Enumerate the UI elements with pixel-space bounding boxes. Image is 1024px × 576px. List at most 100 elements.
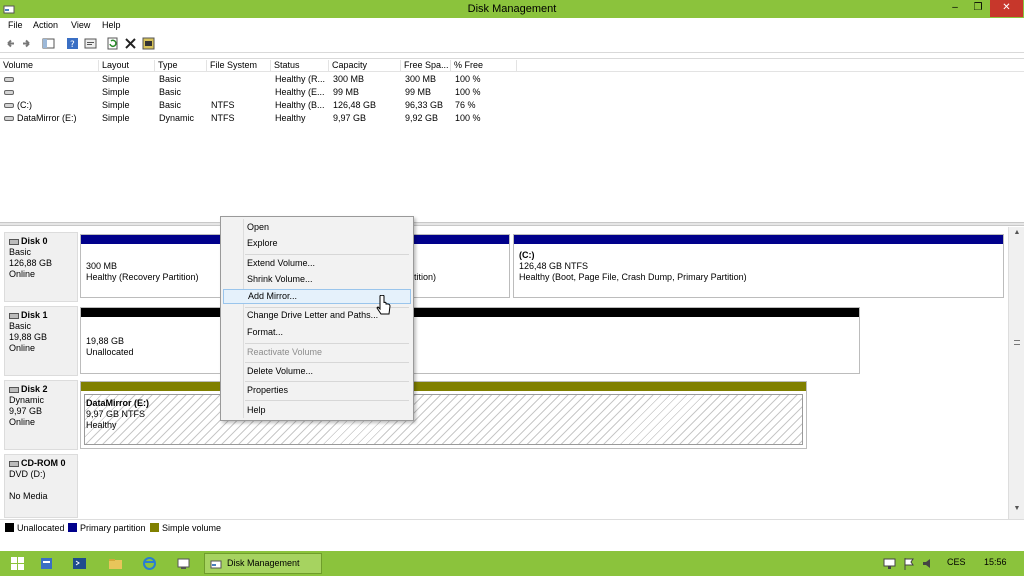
volume-layout: Simple [102, 74, 130, 84]
disk-1-unallocated[interactable]: 19,88 GB Unallocated [80, 307, 860, 374]
close-button[interactable]: ✕ [990, 0, 1023, 17]
refresh-icon[interactable] [106, 37, 119, 50]
disk-name: Disk 1 [21, 310, 48, 320]
disk-0-c-partition[interactable]: (C:) 126,48 GB NTFS Healthy (Boot, Page Fi… [513, 234, 1004, 298]
primary-partition-bar [514, 235, 1003, 244]
selected-volume-hatch [84, 394, 803, 445]
volume-row[interactable]: Simple Basic Healthy (R... 300 MB 300 MB… [0, 73, 1024, 86]
forward-arrow-icon[interactable] [20, 37, 33, 50]
disk-2-label[interactable]: Disk 2 Dynamic 9,97 GB Online [4, 380, 78, 450]
file-explorer-icon[interactable] [108, 556, 123, 571]
help-icon[interactable]: ? [66, 37, 79, 50]
minimize-button[interactable]: – [944, 0, 966, 17]
powershell-icon[interactable] [72, 556, 87, 571]
disk-map-scrollbar[interactable]: ▲ ▼ [1008, 227, 1024, 519]
disk-icon [9, 386, 19, 393]
task-label: Disk Management [227, 558, 300, 568]
column-status[interactable]: Status [271, 60, 329, 72]
partition-status: Healthy (Recovery Partition) [86, 272, 199, 282]
column-type[interactable]: Type [155, 60, 207, 72]
back-arrow-icon[interactable] [4, 37, 17, 50]
volume-row[interactable]: DataMirror (E:) Simple Dynamic NTFS Heal… [0, 112, 1024, 125]
disk-2-datamirror-volume[interactable]: DataMirror (E:) 9,97 GB NTFS Healthy [80, 381, 807, 449]
volume-status: Healthy (E... [275, 87, 325, 97]
menu-view[interactable]: View [71, 20, 90, 30]
menu-item-properties[interactable]: Properties [223, 383, 411, 398]
volume-row[interactable]: (C:) Simple Basic NTFS Healthy (B... 126… [0, 99, 1024, 112]
volume-list-header: Volume Layout Type File System Status Ca… [0, 59, 1024, 72]
volume-capacity: 99 MB [333, 87, 360, 97]
column-layout[interactable]: Layout [99, 60, 155, 72]
computer-management-icon[interactable] [176, 556, 191, 571]
volume-name [4, 87, 17, 97]
menu-item-delete-volume[interactable]: Delete Volume... [223, 364, 411, 379]
disk-kind: Dynamic [9, 395, 45, 405]
volume-row[interactable]: Simple Basic Healthy (E... 99 MB 99 MB 1… [0, 86, 1024, 99]
network-icon[interactable] [883, 556, 896, 571]
volume-name: (C:) [4, 100, 32, 110]
drive-icon [4, 116, 14, 122]
menu-item-shrink-volume[interactable]: Shrink Volume... [223, 272, 411, 287]
column-percent-free[interactable]: % Free [451, 60, 517, 72]
partition-size: 9,97 GB NTFS [86, 409, 146, 419]
delete-icon[interactable] [124, 37, 137, 50]
volume-pct-free: 76 % [455, 100, 476, 110]
volume-layout: Simple [102, 113, 130, 123]
volume-type: Basic [159, 100, 182, 110]
maximize-button[interactable]: ❐ [967, 0, 989, 17]
taskbar-disk-management[interactable]: Disk Management [204, 553, 322, 574]
menu-action[interactable]: Action [33, 20, 58, 30]
legend: Unallocated Primary partition Simple vol… [0, 519, 1024, 535]
pane-splitter[interactable] [0, 222, 1024, 226]
disk-state: Online [9, 417, 36, 427]
disk-size: 126,88 GB [9, 258, 53, 268]
scroll-down-icon[interactable]: ▼ [1009, 505, 1024, 517]
scroll-up-icon[interactable]: ▲ [1009, 229, 1024, 241]
scroll-thumb-grip[interactable] [1014, 340, 1020, 345]
flag-icon[interactable] [903, 556, 916, 571]
simple-volume-bar [81, 382, 806, 391]
internet-explorer-icon[interactable] [142, 556, 157, 571]
cdrom-icon [9, 460, 19, 467]
menu-separator [245, 362, 409, 363]
menu-item-open[interactable]: Open [223, 220, 411, 235]
column-file-system[interactable]: File System [207, 60, 271, 72]
volume-layout: Simple [102, 100, 130, 110]
menu-separator [245, 381, 409, 382]
volume-type: Basic [159, 87, 182, 97]
start-windows-icon[interactable] [10, 556, 25, 571]
disk-1-label[interactable]: Disk 1 Basic 19,88 GB Online [4, 306, 78, 376]
unallocated-swatch [5, 523, 14, 532]
window-title: Disk Management [467, 3, 557, 15]
cdrom-0-label[interactable]: CD-ROM 0 DVD (D:) No Media [4, 454, 78, 518]
menu-item-reactivate-volume: Reactivate Volume [247, 347, 323, 357]
menu-help[interactable]: Help [102, 20, 121, 30]
server-manager-icon[interactable] [39, 556, 54, 571]
taskbar: Disk Management CES 15:56 [0, 551, 1024, 576]
disk-0-recovery-partition[interactable]: 300 MB Healthy (Recovery Partition) [80, 234, 222, 298]
volume-layout: Simple [102, 87, 130, 97]
menu-item-help[interactable]: Help [223, 403, 411, 418]
speaker-icon[interactable] [922, 556, 935, 571]
column-capacity[interactable]: Capacity [329, 60, 401, 72]
menu-item-format[interactable]: Format... [223, 325, 411, 340]
partition-status: Healthy (Boot, Page File, Crash Dump, Pr… [519, 272, 747, 282]
legend-unallocated: Unallocated [17, 523, 65, 533]
volume-pct-free: 100 % [455, 87, 481, 97]
input-language[interactable]: CES [947, 557, 966, 567]
menu-file[interactable]: File [8, 20, 23, 30]
console-tree-icon[interactable] [42, 37, 55, 50]
disk-0-efi-partition[interactable]: tition) [409, 234, 510, 298]
clock[interactable]: 15:56 [984, 557, 1007, 567]
volume-status: Healthy (R... [275, 74, 326, 84]
legend-simple: Simple volume [162, 523, 222, 533]
title-bar[interactable]: Disk Management – ❐ ✕ [0, 0, 1024, 18]
menu-item-explore[interactable]: Explore [223, 236, 411, 251]
column-free-space[interactable]: Free Spa... [401, 60, 451, 72]
settings-icon[interactable] [142, 37, 155, 50]
column-volume[interactable]: Volume [0, 60, 99, 72]
disk-0-label[interactable]: Disk 0 Basic 126,88 GB Online [4, 232, 78, 302]
menu-item-extend-volume[interactable]: Extend Volume... [223, 256, 411, 271]
properties-icon[interactable] [84, 37, 97, 50]
menu-bar: File Action View Help [0, 18, 1024, 34]
